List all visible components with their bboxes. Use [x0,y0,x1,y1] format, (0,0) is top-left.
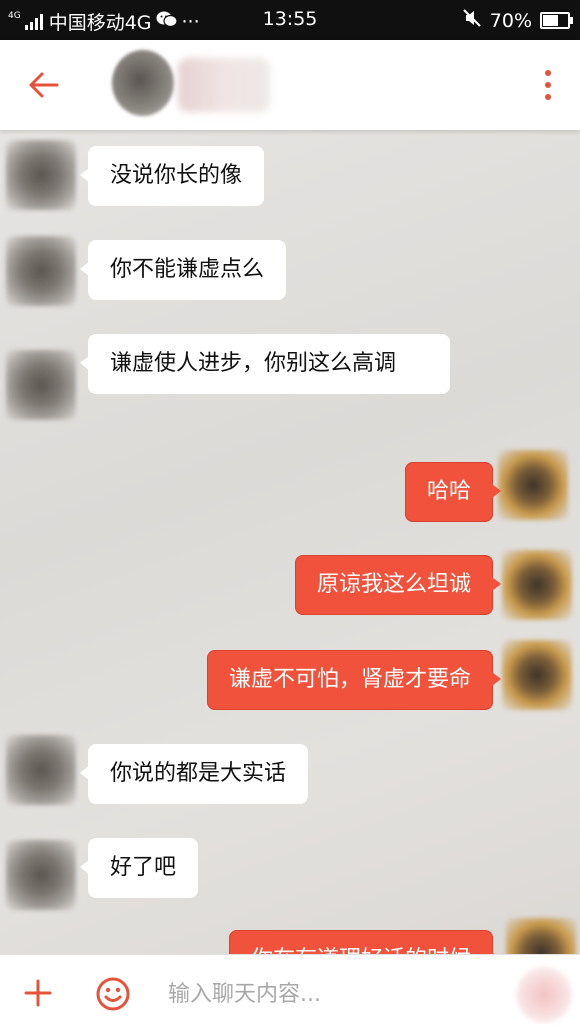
more-vertical-icon[interactable] [542,70,554,100]
incoming-avatar[interactable] [6,140,76,210]
incoming-avatar[interactable] [6,840,76,910]
battery-percent: 70% [489,9,532,32]
message-bubble-outgoing: 谦虚不可怕，肾虚才要命 [206,650,502,710]
outgoing-avatar[interactable] [502,640,572,710]
message-bubble-incoming: 好了吧 [79,838,199,898]
arrow-left-icon [29,72,59,98]
status-bar: 4G 中国移动4G ··· 13:55 70% [0,0,580,40]
incoming-avatar[interactable] [6,236,76,306]
input-bar [0,954,580,1032]
message-bubble-outgoing: 哈哈 [404,462,502,522]
message-bubble-incoming: 你说的都是大实话 [79,744,309,804]
message-bubble-incoming: 谦虚使人进步，你别这么高调 [80,334,450,394]
incoming-avatar[interactable] [6,735,76,805]
status-right: 70% [462,8,573,33]
plus-icon[interactable] [24,979,52,1007]
contact-name-obscured [178,58,270,112]
send-button[interactable] [516,967,572,1023]
battery-level [543,15,558,26]
chat-header [0,40,580,130]
message-input[interactable] [166,973,490,1015]
outgoing-avatar[interactable] [502,550,572,620]
emoji-icon[interactable] [96,977,130,1011]
incoming-avatar[interactable] [6,350,76,420]
battery-icon [540,12,573,29]
message-bubble-outgoing: 原谅我这么坦诚 [294,555,502,615]
back-button[interactable] [26,70,62,100]
contact-avatar[interactable] [112,50,174,116]
message-bubble-incoming: 没说你长的像 [79,146,265,206]
mute-icon [462,8,482,33]
outgoing-avatar[interactable] [498,450,568,520]
message-bubble-incoming: 你不能谦虚点么 [79,240,287,300]
